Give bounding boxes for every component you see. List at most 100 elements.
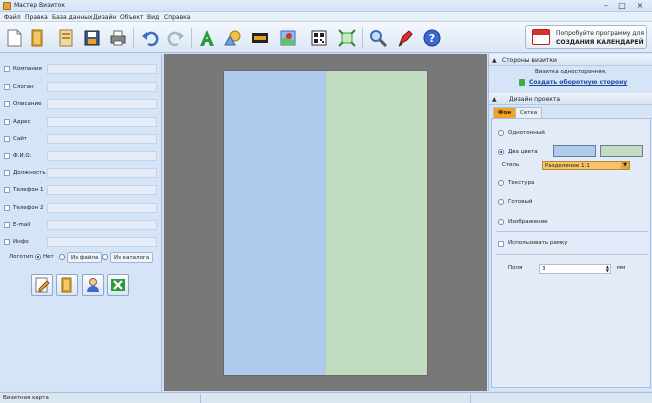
- collapse-icon: ▲: [492, 96, 497, 103]
- menu-help[interactable]: Справка: [164, 14, 190, 21]
- zoom-icon[interactable]: [368, 28, 388, 48]
- field-label: Инфо: [13, 239, 29, 245]
- tab-background[interactable]: Фон: [493, 107, 517, 118]
- field-input[interactable]: [47, 185, 157, 195]
- style-select[interactable]: Разделение 1:1 ▼: [542, 161, 630, 170]
- design-header[interactable]: ▲ Дизайн проекта: [489, 93, 652, 105]
- option-label: Готовый: [508, 199, 533, 205]
- logo-catalog-button[interactable]: Из каталога: [110, 252, 154, 263]
- field-label: Ф.И.О.: [13, 153, 32, 159]
- open-icon[interactable]: [28, 28, 48, 48]
- field-input[interactable]: [47, 237, 157, 247]
- menu-object[interactable]: Объект: [120, 14, 143, 21]
- option-two-colors[interactable]: Два цвета: [498, 145, 648, 158]
- design-canvas: [164, 54, 487, 391]
- spin-arrows-icon[interactable]: ▲ ▼: [606, 265, 609, 273]
- close-button[interactable]: ×: [630, 1, 650, 11]
- database-button[interactable]: [56, 274, 78, 296]
- radio[interactable]: [498, 130, 504, 136]
- color-swatch-1[interactable]: [553, 145, 596, 157]
- radio[interactable]: [498, 149, 504, 155]
- templates-icon[interactable]: [56, 28, 76, 48]
- print-icon[interactable]: [108, 28, 128, 48]
- undo-icon[interactable]: [140, 28, 160, 48]
- tab-grid[interactable]: Сетка: [515, 107, 543, 118]
- fit-icon[interactable]: [337, 28, 357, 48]
- field-input[interactable]: [47, 151, 157, 161]
- logo-file-button[interactable]: Из файла: [67, 252, 103, 263]
- status-separator: [470, 394, 471, 403]
- edit-button[interactable]: [31, 274, 53, 296]
- checkbox[interactable]: [4, 136, 10, 142]
- maximize-button[interactable]: □: [614, 1, 630, 11]
- add-map-icon[interactable]: [278, 28, 298, 48]
- checkbox[interactable]: [4, 101, 10, 107]
- promo-calendar-button[interactable]: Попробуйте программу для СОЗДАНИЯ КАЛЕНД…: [525, 25, 647, 49]
- checkbox[interactable]: [4, 66, 10, 72]
- add-qr-icon[interactable]: [309, 28, 329, 48]
- field-input[interactable]: [47, 117, 157, 127]
- field-company: Компания: [4, 64, 160, 75]
- checkbox[interactable]: [4, 239, 10, 245]
- radio[interactable]: [498, 180, 504, 186]
- save-icon[interactable]: [82, 28, 102, 48]
- field-input[interactable]: [47, 99, 157, 109]
- logo-row: Логотип Нет Из файла Из каталога: [9, 252, 159, 263]
- checkbox[interactable]: [4, 119, 10, 125]
- checkbox[interactable]: [4, 84, 10, 90]
- sides-header[interactable]: ▲ Стороны визитки: [489, 54, 652, 66]
- menu-view[interactable]: Вид: [147, 14, 159, 21]
- field-label: Телефон 2: [13, 205, 44, 211]
- minimize-button[interactable]: –: [598, 1, 614, 11]
- style-value: Разделение 1:1: [545, 163, 590, 169]
- style-row: Стиль Разделение 1:1 ▼: [502, 161, 642, 171]
- field-site: Сайт: [4, 134, 160, 145]
- field-input[interactable]: [47, 134, 157, 144]
- field-input[interactable]: [47, 220, 157, 230]
- checkbox[interactable]: [4, 187, 10, 193]
- menu-database[interactable]: База данных: [52, 14, 93, 21]
- excel-button[interactable]: [107, 274, 129, 296]
- checkbox[interactable]: [4, 222, 10, 228]
- margins-spinner[interactable]: 3 ▲ ▼: [539, 264, 611, 274]
- field-input[interactable]: [47, 203, 157, 213]
- pen-icon[interactable]: [396, 28, 416, 48]
- checkbox[interactable]: [4, 170, 10, 176]
- field-label: Описание: [13, 101, 42, 107]
- redo-icon[interactable]: [166, 28, 186, 48]
- field-input[interactable]: [47, 64, 157, 74]
- chevron-down-icon: ▼: [621, 162, 629, 169]
- radio[interactable]: [498, 219, 504, 225]
- field-description: Описание: [4, 99, 160, 110]
- menu-file[interactable]: Файл: [4, 14, 21, 21]
- user-icon: [87, 278, 99, 292]
- color-swatch-2[interactable]: [600, 145, 643, 157]
- field-input[interactable]: [47, 168, 157, 178]
- field-name: Ф.И.О.: [4, 151, 160, 162]
- add-text-icon[interactable]: [197, 28, 217, 48]
- checkbox[interactable]: [4, 153, 10, 159]
- radio[interactable]: [498, 199, 504, 205]
- margins-unit: мм: [617, 265, 626, 271]
- svg-text:?: ?: [429, 32, 435, 45]
- add-shape-icon[interactable]: [223, 28, 243, 48]
- checkbox[interactable]: [4, 205, 10, 211]
- business-card[interactable]: [223, 70, 428, 376]
- edit-icon: [35, 277, 50, 293]
- create-back-side-link[interactable]: Создать оборотную сторону: [529, 79, 627, 86]
- logo-file-radio[interactable]: [59, 254, 65, 260]
- field-label: Адрес: [13, 119, 31, 125]
- menu-design[interactable]: Дизайн: [93, 14, 116, 21]
- contacts-button[interactable]: [82, 274, 104, 296]
- new-card-icon[interactable]: [4, 28, 24, 48]
- field-input[interactable]: [47, 82, 157, 92]
- logo-label: Логотип: [9, 254, 34, 260]
- database-icon: [61, 277, 72, 293]
- menu-edit[interactable]: Правка: [25, 14, 48, 21]
- option-label: Однотонный: [508, 130, 545, 136]
- logo-none-radio[interactable]: [35, 254, 41, 260]
- add-image-icon[interactable]: [250, 28, 270, 48]
- use-frame-checkbox[interactable]: [498, 241, 504, 247]
- help-icon[interactable]: ?: [422, 28, 442, 48]
- logo-catalog-radio[interactable]: [102, 254, 108, 260]
